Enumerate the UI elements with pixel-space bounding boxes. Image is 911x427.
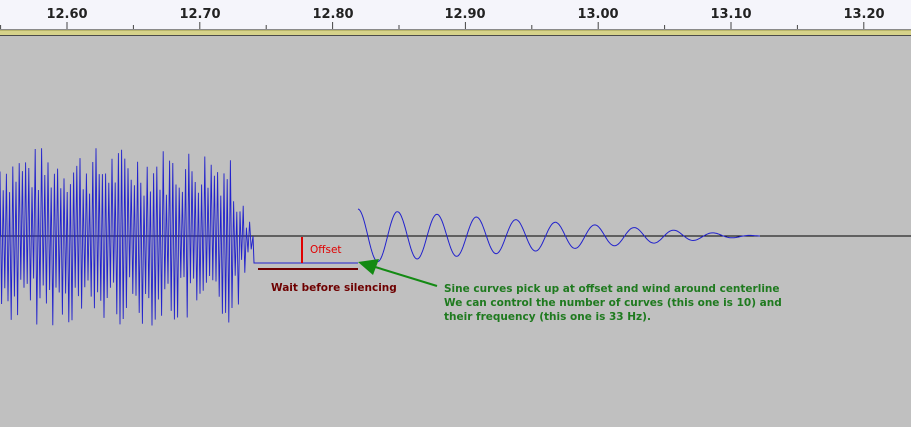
sine-waveform <box>357 208 760 263</box>
wait-label: Wait before silencing <box>271 282 397 294</box>
ruler-tick-label: 13.10 <box>710 7 752 22</box>
ruler-tick-label: 12.80 <box>312 7 354 22</box>
offset-label: Offset <box>310 244 342 256</box>
noise-waveform <box>0 148 254 326</box>
ruler-tick-label: 13.20 <box>843 7 885 22</box>
ruler-tick-label: 12.60 <box>46 7 88 22</box>
sine-note-line: their frequency (this one is 33 Hz). <box>444 311 651 323</box>
ruler-tick-label: 13.00 <box>577 7 619 22</box>
ruler-tick-label: 12.70 <box>179 7 221 22</box>
sine-note-line: Sine curves pick up at offset and wind a… <box>444 283 780 295</box>
timeline-ruler[interactable]: 12.60 12.70 12.80 12.90 13.00 13.10 13.2… <box>0 0 911 30</box>
sine-note: Sine curves pick up at offset and wind a… <box>444 282 782 324</box>
ruler-tick-label: 12.90 <box>444 7 486 22</box>
arrow-head-icon <box>358 259 379 275</box>
offset-hold-segment <box>252 235 358 264</box>
waveform-canvas[interactable] <box>0 36 911 427</box>
sine-note-line: We can control the number of curves (thi… <box>444 297 782 309</box>
audio-track[interactable] <box>0 36 911 427</box>
